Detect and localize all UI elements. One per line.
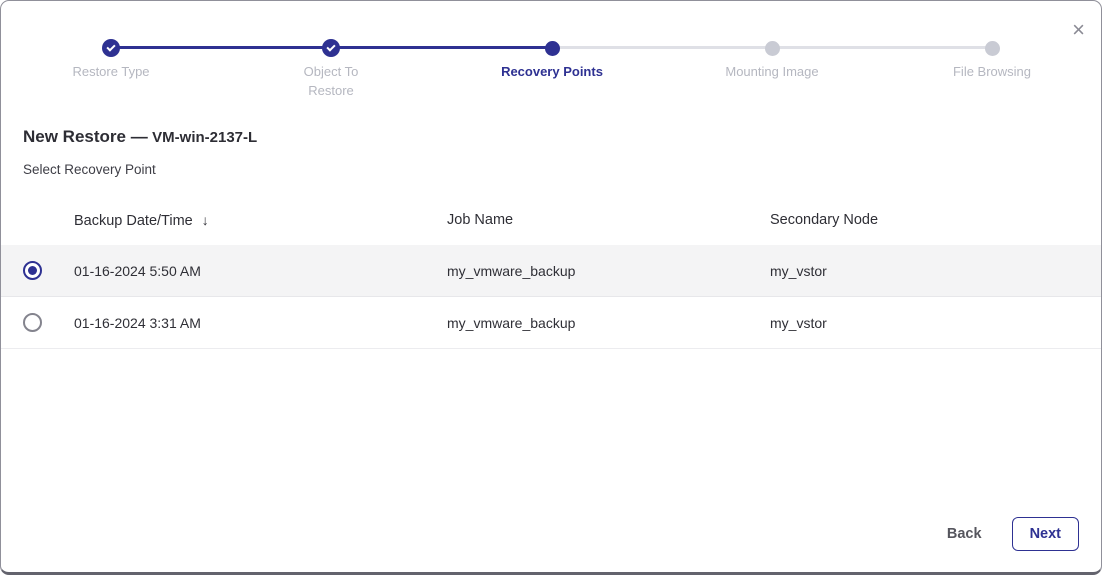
dialog-footer: Back Next xyxy=(947,517,1079,551)
column-label: Backup Date/Time xyxy=(74,213,193,229)
radio-unselected-icon[interactable] xyxy=(23,313,42,332)
column-header-secondary-node[interactable]: Secondary Node xyxy=(770,212,1101,228)
new-restore-dialog: × Restore Type Object To Restore Recover… xyxy=(0,0,1102,575)
vm-name: VM-win-2137-L xyxy=(152,129,257,146)
cell-job-name: my_vmware_backup xyxy=(447,315,770,331)
radio-cell xyxy=(23,261,74,280)
radio-selected-icon[interactable] xyxy=(23,261,42,280)
table-row[interactable]: 01-16-2024 5:50 AM my_vmware_backup my_v… xyxy=(1,245,1101,297)
cell-secondary-node: my_vstor xyxy=(770,315,1101,331)
sort-descending-icon[interactable]: ↓ xyxy=(202,212,209,228)
wizard-stepper: Restore Type Object To Restore Recovery … xyxy=(1,1,1101,103)
step-active-dot xyxy=(545,41,560,56)
table-row[interactable]: 01-16-2024 3:31 AM my_vmware_backup my_v… xyxy=(1,297,1101,349)
cell-backup-datetime: 01-16-2024 5:50 AM xyxy=(74,263,447,279)
cell-secondary-node: my_vstor xyxy=(770,263,1101,279)
check-icon xyxy=(326,42,335,51)
cell-job-name: my_vmware_backup xyxy=(447,263,770,279)
radio-cell xyxy=(23,313,74,332)
back-button[interactable]: Back xyxy=(947,526,982,542)
cell-backup-datetime: 01-16-2024 3:31 AM xyxy=(74,315,447,331)
dialog-title: New Restore — xyxy=(23,127,148,146)
column-header-job-name[interactable]: Job Name xyxy=(447,212,770,228)
next-button[interactable]: Next xyxy=(1012,517,1079,551)
step-check-icon xyxy=(102,39,120,57)
table-header: Backup Date/Time ↓ Job Name Secondary Nod… xyxy=(1,195,1101,245)
step-restore-type[interactable]: Restore Type xyxy=(11,62,211,81)
subtitle: Select Recovery Point xyxy=(23,162,1079,177)
step-upcoming-dot xyxy=(765,41,780,56)
step-recovery-points[interactable]: Recovery Points xyxy=(452,62,652,81)
step-file-browsing[interactable]: File Browsing xyxy=(892,62,1092,81)
page-title: New Restore — VM-win-2137-L xyxy=(23,127,1079,147)
check-icon xyxy=(106,42,115,51)
step-mounting-image[interactable]: Mounting Image xyxy=(672,62,872,81)
column-header-backup-datetime[interactable]: Backup Date/Time ↓ xyxy=(74,212,447,229)
step-object-to-restore[interactable]: Object To Restore xyxy=(285,62,377,100)
step-check-icon xyxy=(322,39,340,57)
recovery-points-table: Backup Date/Time ↓ Job Name Secondary Nod… xyxy=(1,195,1101,349)
step-upcoming-dot xyxy=(985,41,1000,56)
